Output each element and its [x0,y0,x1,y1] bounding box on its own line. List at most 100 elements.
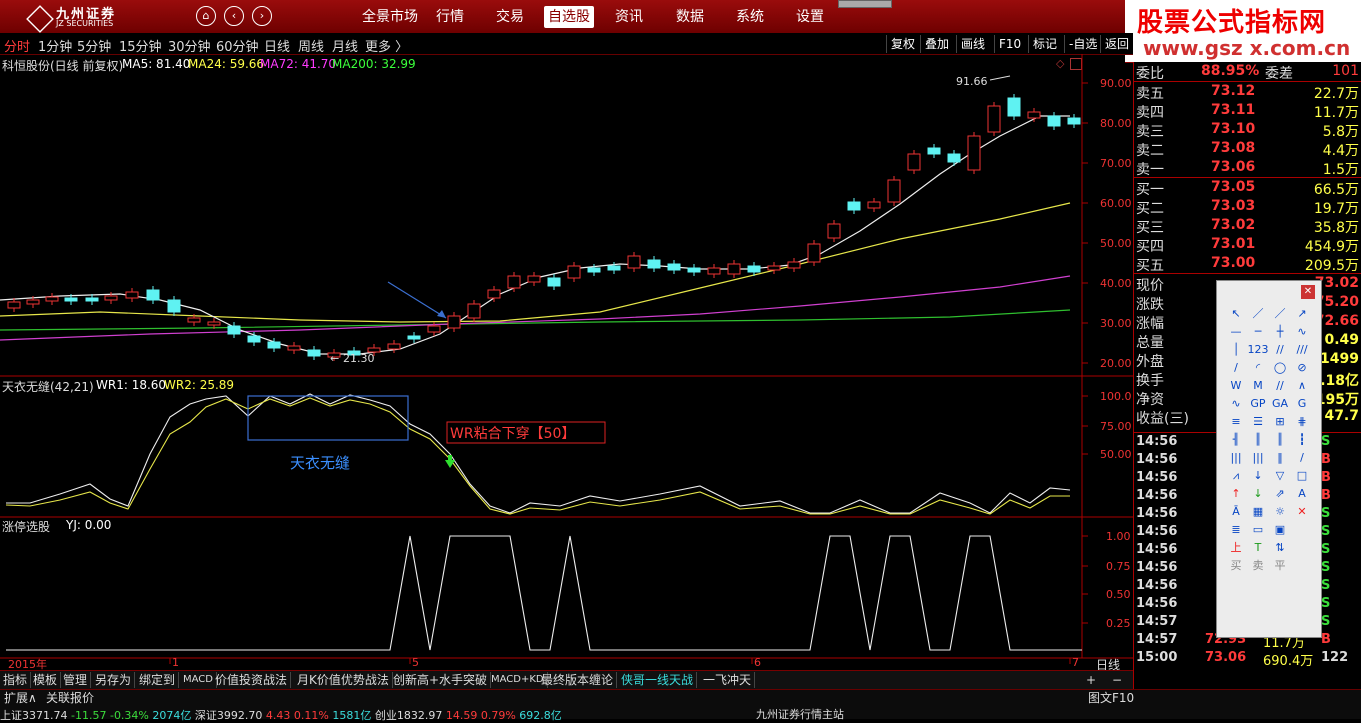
blank2-icon[interactable] [1291,539,1313,557]
signal-icon[interactable]: ⇗ [1269,485,1291,503]
tab-new-high[interactable]: 创新高+水手突破 [390,672,492,688]
bid-row[interactable]: 买三 73.02 35.8万 [1133,216,1361,236]
cursor-icon[interactable]: ↖ [1225,305,1247,323]
period-60min[interactable]: 60分钟 [216,36,259,55]
line-icon[interactable]: ／ [1247,305,1269,323]
fib-arc-icon[interactable]: ⊞ [1269,413,1291,431]
home-icon[interactable]: ⌂ [196,6,216,26]
nav-jiaoyi[interactable]: 交易 [490,6,530,28]
period-day[interactable]: 日线 [264,36,290,55]
ray-icon[interactable]: ／ [1269,305,1291,323]
bars1-icon[interactable]: ╢ [1225,431,1247,449]
bid-row[interactable]: 买四 73.01 454.9万 [1133,235,1361,255]
ask-row[interactable]: 卖一 73.06 1.5万 [1133,158,1361,178]
tab-guanli[interactable]: 管理 [60,672,92,688]
period-30min[interactable]: 30分钟 [168,36,211,55]
kline-chart[interactable]: 91.66 21.30 ← 天衣无缝 WR粘合下穿【50】 [0,54,1133,670]
tab-yifeichongtian[interactable]: 一飞冲天 [700,672,756,688]
tab-monthly-value[interactable]: 月K价值优势战法 [294,672,393,688]
fan-icon[interactable]: ⩘ [1225,467,1247,485]
triangle-icon[interactable]: ▽ [1269,467,1291,485]
forward-arrow-icon[interactable]: › [252,6,272,26]
f10-text-button[interactable]: 图文F10 [1088,689,1134,706]
up-mark-icon[interactable]: 上 [1225,539,1247,557]
zoom-out-icon[interactable]: − [1112,673,1122,687]
fib-g-icon[interactable]: G [1291,395,1313,413]
v-seg-icon[interactable]: ┼ [1269,323,1291,341]
fib-lines-icon[interactable]: ☰ [1247,413,1269,431]
fib-gp-icon[interactable]: GP [1247,395,1269,413]
arc-icon[interactable]: ◜ [1247,359,1269,377]
remove-watchlist-button[interactable]: -自选 [1064,35,1101,53]
h-line-icon[interactable]: ─ [1247,323,1269,341]
back-arrow-icon[interactable]: ‹ [224,6,244,26]
up-arrow-icon[interactable]: ↑ [1225,485,1247,503]
bars7-icon[interactable]: ‖ [1269,449,1291,467]
nav-xitong[interactable]: 系统 [730,6,770,28]
tab-lingcunwei[interactable]: 另存为 [92,672,136,688]
cross-circle-icon[interactable]: ⊘ [1291,359,1313,377]
back-button[interactable]: 返回 [1100,35,1133,53]
related-quote-button[interactable]: 关联报价 [46,689,94,706]
bid-row[interactable]: 买五 73.00 209.5万 [1133,254,1361,274]
period-15min[interactable]: 15分钟 [119,36,162,55]
arrow-line-icon[interactable]: ↗ [1291,305,1313,323]
zigzag-icon[interactable]: ∕∕ [1269,377,1291,395]
ask-row[interactable]: 卖二 73.08 4.4万 [1133,139,1361,159]
list-icon[interactable]: ≣ [1225,521,1247,539]
tab-chanlun[interactable]: 最终版本缠论 [538,672,618,688]
f10-button[interactable]: F10 [994,35,1025,53]
close-icon[interactable]: ✕ [1301,285,1315,299]
palette-trade-1[interactable]: 卖 [1247,557,1269,575]
elliott-icon[interactable]: ∿ [1225,395,1247,413]
down-arrow-icon[interactable]: ↓ [1247,485,1269,503]
ask-row[interactable]: 卖四 73.11 11.7万 [1133,101,1361,121]
huaxian-button[interactable]: 画线 [956,35,989,53]
abc-icon[interactable]: 123 [1247,341,1269,359]
parallel-icon[interactable]: // [1269,341,1291,359]
palette-trade-0[interactable]: 买 [1225,557,1247,575]
ruler-icon[interactable]: ▭ [1247,521,1269,539]
nav-hangqing[interactable]: 行情 [430,6,470,28]
fuquan-button[interactable]: 复权 [886,35,919,53]
wave-icon[interactable]: ∿ [1291,323,1313,341]
tab-zhibiao[interactable]: 指标 [0,672,32,688]
fib-ga-icon[interactable]: GA [1269,395,1291,413]
tab-value-invest[interactable]: 价值投资战法 [212,672,292,688]
biaoji-button[interactable]: 标记 [1028,35,1061,53]
gann-icon[interactable]: / [1291,449,1313,467]
image-icon[interactable]: ▣ [1269,521,1291,539]
period-month[interactable]: 月线 [332,36,358,55]
period-more[interactable]: 更多 〉 [365,36,408,55]
period-1min[interactable]: 1分钟 [38,36,72,55]
bid-row[interactable]: 买二 73.03 19.7万 [1133,197,1361,217]
period-5min[interactable]: 5分钟 [77,36,111,55]
diejia-button[interactable]: 叠加 [920,35,953,53]
window-handle[interactable] [838,0,892,8]
nav-quanjing[interactable]: 全景市场 [358,6,422,28]
bars2-icon[interactable]: ║ [1247,431,1269,449]
v-line-icon[interactable]: │ [1225,341,1247,359]
segment-icon[interactable]: — [1225,323,1247,341]
slash-icon[interactable]: / [1225,359,1247,377]
rect-icon[interactable]: □ [1291,467,1313,485]
blank-icon[interactable] [1291,521,1313,539]
period-week[interactable]: 周线 [298,36,324,55]
zoom-in-icon[interactable]: + [1086,673,1096,687]
channel-icon[interactable]: /// [1291,341,1313,359]
fib-fan-icon[interactable]: ≡ [1225,413,1247,431]
expand-button[interactable]: 扩展∧ [4,689,37,706]
text-icon[interactable]: A [1291,485,1313,503]
ask-row[interactable]: 卖五 73.12 22.7万 [1133,82,1361,102]
nav-zixuangu[interactable]: 自选股 [544,6,594,28]
flag-icon[interactable]: T [1247,539,1269,557]
fib-box-icon[interactable]: ⋕ [1291,413,1313,431]
tab-moban[interactable]: 模板 [30,672,62,688]
updown-icon[interactable]: ⇅ [1269,539,1291,557]
bars5-icon[interactable]: ||| [1225,449,1247,467]
nav-zixun[interactable]: 资讯 [609,6,649,28]
tab-xiage[interactable]: 侠哥一线天战 [618,672,698,688]
text-a-icon[interactable]: Ā [1225,503,1247,521]
nav-shezhi[interactable]: 设置 [790,6,830,28]
palette-trade-2[interactable]: 平 [1269,557,1291,575]
